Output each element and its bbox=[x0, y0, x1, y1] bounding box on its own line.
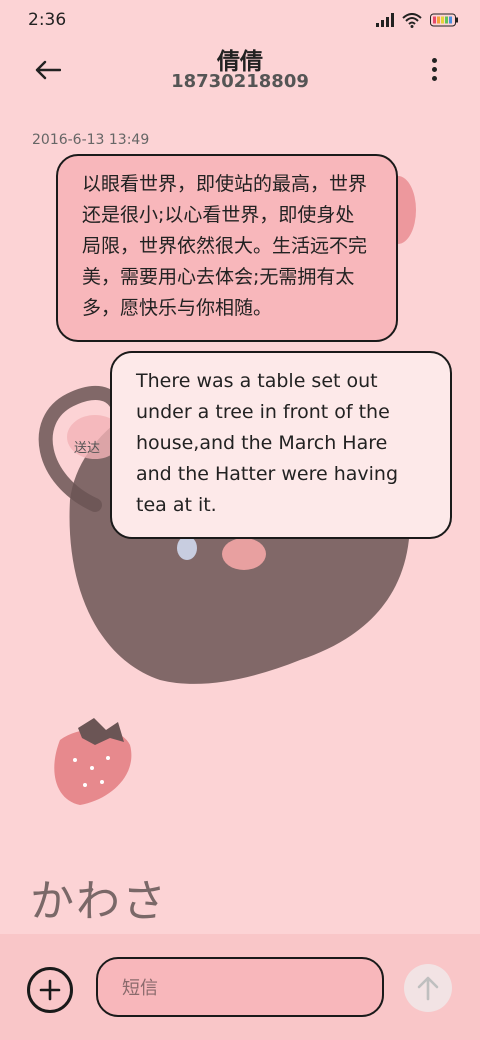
message-input[interactable]: 短信 bbox=[96, 957, 384, 1017]
status-icons bbox=[376, 12, 458, 28]
message-text: There was a table set out under a tree i… bbox=[136, 370, 399, 516]
add-attachment-button[interactable] bbox=[27, 967, 73, 1013]
message-bubble-received[interactable]: 以眼看世界，即使站的最高，世界还是很小;以心看世界，即使身处局限，世界依然很大。… bbox=[56, 154, 398, 342]
compose-bar: 短信 bbox=[0, 934, 480, 1040]
delivery-status: 送达 bbox=[74, 441, 101, 456]
message-input-placeholder: 短信 bbox=[122, 978, 158, 999]
more-options-button[interactable] bbox=[422, 54, 446, 84]
send-button[interactable] bbox=[404, 964, 452, 1012]
arrow-up-icon bbox=[417, 976, 439, 1001]
signal-icon bbox=[376, 13, 394, 27]
message-bubble-sent[interactable]: There was a table set out under a tree i… bbox=[110, 351, 452, 539]
status-time: 2:36 bbox=[28, 10, 67, 30]
message-timestamp: 2016-6-13 13:49 bbox=[32, 132, 150, 148]
status-bar: 2:36 bbox=[0, 0, 480, 40]
wallpaper-text: かわさ bbox=[30, 876, 168, 927]
contact-number: 18730218809 bbox=[171, 71, 309, 92]
conversation-header: 倩倩 18730218809 bbox=[0, 40, 480, 100]
battery-icon bbox=[430, 13, 458, 27]
message-text: 以眼看世界，即使站的最高，世界还是很小;以心看世界，即使身处局限，世界依然很大。… bbox=[82, 173, 368, 319]
wifi-icon bbox=[402, 12, 422, 28]
more-vert-icon bbox=[431, 57, 437, 63]
plus-icon bbox=[39, 979, 61, 1001]
